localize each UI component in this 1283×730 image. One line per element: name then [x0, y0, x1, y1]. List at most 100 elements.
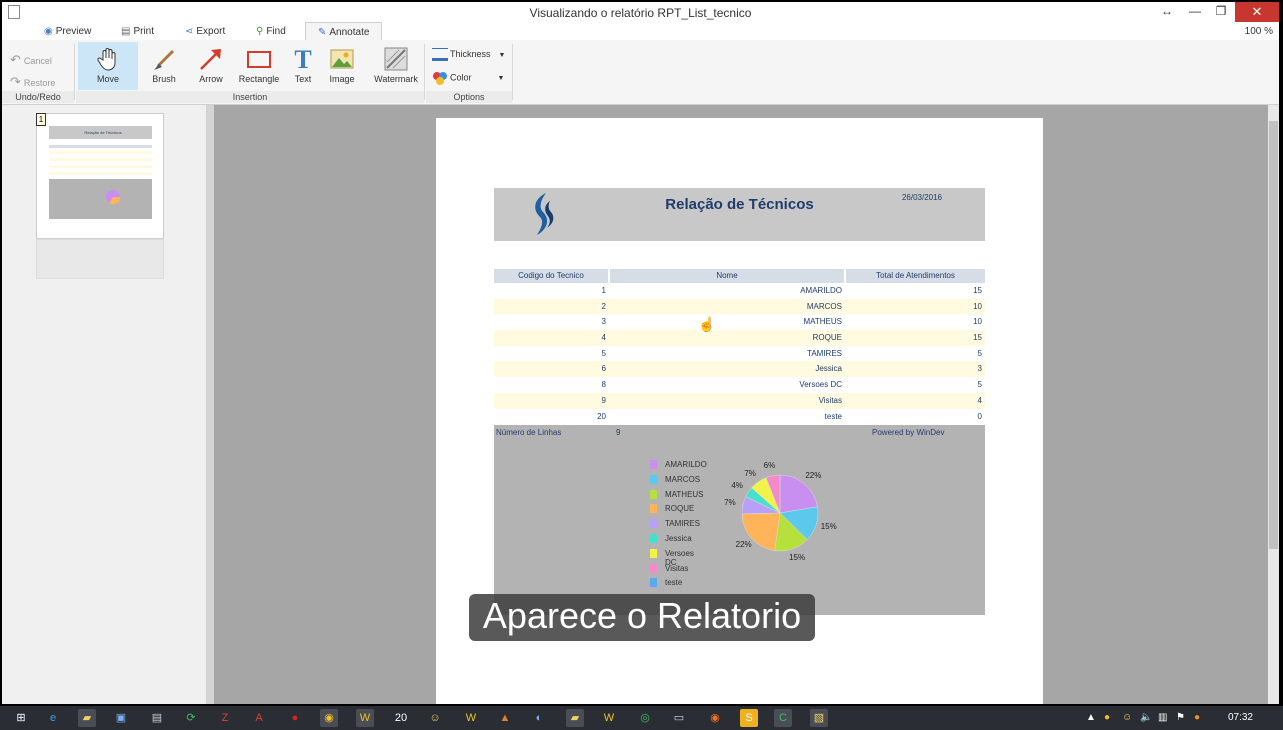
vertical-scrollbar[interactable] [1268, 105, 1279, 704]
cell-code: 5 [601, 348, 606, 358]
resize-icon[interactable]: ↔ [1155, 4, 1179, 18]
app-icon[interactable]: ☺ [426, 709, 444, 727]
cell-name: TAMIRES [807, 348, 842, 358]
app-icon[interactable]: C [774, 709, 792, 727]
text-icon: T [294, 46, 311, 72]
close-button[interactable]: ✕ [1235, 2, 1279, 22]
tab-export[interactable]: ⋖ Export [185, 22, 225, 40]
terminal-icon[interactable]: ▭ [670, 709, 688, 727]
legend-swatch [650, 548, 657, 558]
app-icon[interactable]: ▣ [112, 709, 130, 727]
title-bar: Visualizando o relatório RPT_List_tecnic… [2, 2, 1279, 22]
cell-code: 3 [601, 317, 606, 327]
tray-expand-icon[interactable]: ▲ [1086, 712, 1096, 723]
windev-icon[interactable]: W [462, 709, 480, 727]
arrow-icon [200, 49, 221, 70]
panel-splitter[interactable] [206, 105, 214, 704]
brush-icon [154, 49, 175, 70]
cell-name: Visitas [818, 395, 842, 405]
color-wheel-icon [433, 72, 447, 85]
app-icon[interactable]: ▤ [148, 709, 166, 727]
watermark-button[interactable]: Watermark [368, 42, 424, 90]
restore-button[interactable]: ↷ Restore [10, 74, 55, 90]
windev-icon[interactable]: W [600, 709, 618, 727]
file-explorer-icon[interactable]: ▰ [78, 709, 96, 727]
cell-name: ROQUE [812, 333, 842, 343]
legend-label: MARCOS [665, 474, 701, 484]
table-row: 20 teste 0 [494, 409, 985, 425]
cell-code: 6 [601, 364, 606, 374]
undo-redo-group: ↶ Cancel ↷ Restore Undo/Redo [2, 40, 74, 104]
table-body: 1 AMARILDO 15 2 MARCOS 10 3 MATHEUS 10 4 ROQUE 15 5 T… [494, 283, 985, 424]
options-group: Thickness ▼ Color ▼ Options [426, 40, 512, 104]
tab-print[interactable]: ▤ Print [121, 22, 154, 40]
cell-total: 10 [973, 301, 982, 311]
magnifier-icon: ⚲ [256, 26, 264, 37]
windev-icon[interactable]: W [356, 709, 374, 727]
column-header-total: Total de Atendimentos [846, 269, 985, 283]
pie-percent-label: 15% [820, 522, 837, 532]
page-thumbnail[interactable]: Relação de Técnicos [36, 113, 164, 239]
cell-name: Versoes DC [799, 380, 842, 390]
app-icon[interactable]: ◎ [636, 709, 654, 727]
tab-preview[interactable]: ◉ Preview [44, 22, 91, 40]
firefox-icon[interactable]: ◉ [706, 709, 724, 727]
table-row: 6 Jessica 3 [494, 361, 985, 378]
row-count-label: Número de Linhas [496, 428, 562, 437]
table-row: 5 TAMIRES 5 [494, 346, 985, 362]
arrow-button[interactable]: Arrow [188, 42, 234, 90]
table-row: 4 ROQUE 15 [494, 330, 985, 346]
share-icon: ⋖ [185, 26, 194, 37]
app-icon[interactable]: 20 [392, 709, 410, 727]
folder-icon[interactable]: ▰ [566, 709, 584, 727]
cell-code: 1 [601, 286, 606, 295]
divider [424, 44, 425, 100]
color-dropdown[interactable]: Color ▼ [432, 70, 504, 86]
cancel-button[interactable]: ↶ Cancel [10, 52, 52, 68]
table-row: 9 Visitas 4 [494, 392, 985, 409]
app-icon[interactable]: ▲ [496, 709, 514, 727]
tray-icon[interactable]: ● [1194, 712, 1200, 723]
ie-icon[interactable]: e [44, 709, 62, 727]
restore-button[interactable]: ❐ [1209, 4, 1233, 18]
tab-bar: ◉ Preview ▤ Print ⋖ Export ⚲ Find ✎ Annotate … [2, 22, 1279, 41]
rectangle-button[interactable]: Rectangle [234, 42, 284, 90]
minimize-button[interactable]: — [1183, 4, 1207, 18]
page-thumbnail[interactable] [36, 239, 164, 279]
network-icon[interactable]: ▥ [1158, 712, 1167, 723]
flag-icon[interactable]: ⚑ [1176, 712, 1185, 723]
move-button[interactable]: Move [78, 42, 138, 90]
filezilla-icon[interactable]: Z [216, 709, 234, 727]
app-icon[interactable]: ◐ [530, 709, 548, 727]
chrome-icon[interactable]: ◉ [320, 709, 338, 727]
redo-icon: ↷ [10, 74, 21, 89]
svg-text:T: T [294, 46, 311, 72]
start-button[interactable]: ⊞ [12, 709, 30, 727]
skype-icon[interactable]: S [740, 709, 758, 727]
app-icon[interactable]: A [250, 709, 268, 727]
divider [512, 44, 513, 100]
hand-icon [97, 48, 116, 71]
app-icon[interactable]: ▧ [810, 709, 828, 727]
pie-percent-label: 7% [744, 468, 756, 478]
tab-annotate[interactable]: ✎ Annotate [305, 22, 383, 41]
tab-find[interactable]: ⚲ Find [256, 22, 286, 40]
tray-icon[interactable]: ☺ [1122, 712, 1132, 723]
pie-percent-label: 4% [731, 481, 743, 491]
column-header-code: Codigo do Tecnico [494, 269, 608, 283]
pencil-icon: ✎ [318, 27, 327, 38]
tray-icon[interactable]: ● [1104, 712, 1110, 723]
volume-icon[interactable]: 🔈 [1140, 712, 1152, 723]
cell-total: 15 [973, 333, 982, 343]
app-icon[interactable]: ⟳ [182, 709, 200, 727]
cell-code: 20 [597, 411, 606, 421]
image-button[interactable]: Image [324, 42, 360, 90]
brush-button[interactable]: Brush [140, 42, 188, 90]
scrollbar-thumb[interactable] [1269, 121, 1278, 549]
opera-icon[interactable]: ● [286, 709, 304, 727]
text-button[interactable]: T Text [286, 42, 320, 90]
thumbnail-preview: Relação de Técnicos [49, 126, 152, 219]
legend-label: Jessica [665, 534, 692, 543]
clock: 07:32 [1227, 712, 1253, 723]
thickness-dropdown[interactable]: Thickness ▼ [432, 48, 505, 61]
